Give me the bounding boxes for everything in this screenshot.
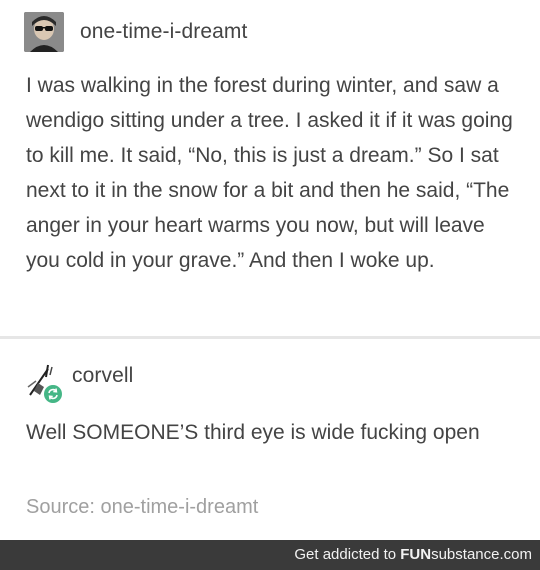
post-header: one-time-i-dreamt [24,12,247,52]
avatar[interactable] [24,12,64,52]
post-body-text: I was walking in the forest during winte… [26,74,513,272]
source-link[interactable]: Source: one-time-i-dreamt [26,496,258,519]
brand-suffix: .com [499,546,532,563]
footer-branding[interactable]: Get addicted to FUNsubstance.com [294,546,532,563]
username[interactable]: one-time-i-dreamt [80,20,247,44]
avatar-portrait-icon [24,12,64,52]
footer-prefix: Get addicted to [294,546,397,563]
post-reblog: corvell Well SOMEONE’S third eye is wide… [0,339,540,540]
post-body-text: Well SOMEONE’S third eye is wide fucking… [26,421,480,444]
reblog-icon [42,383,64,405]
reblog-arrows-icon [48,388,58,400]
brand-fun: FUN [400,546,432,563]
username[interactable]: corvell [72,364,133,388]
brand-substance: substance [431,546,500,563]
avatar-wrapper [24,361,64,405]
post-header: corvell [24,361,133,405]
site-footer: Get addicted to FUNsubstance.com [0,540,540,570]
post-original: one-time-i-dreamt I was walking in the f… [0,0,540,336]
